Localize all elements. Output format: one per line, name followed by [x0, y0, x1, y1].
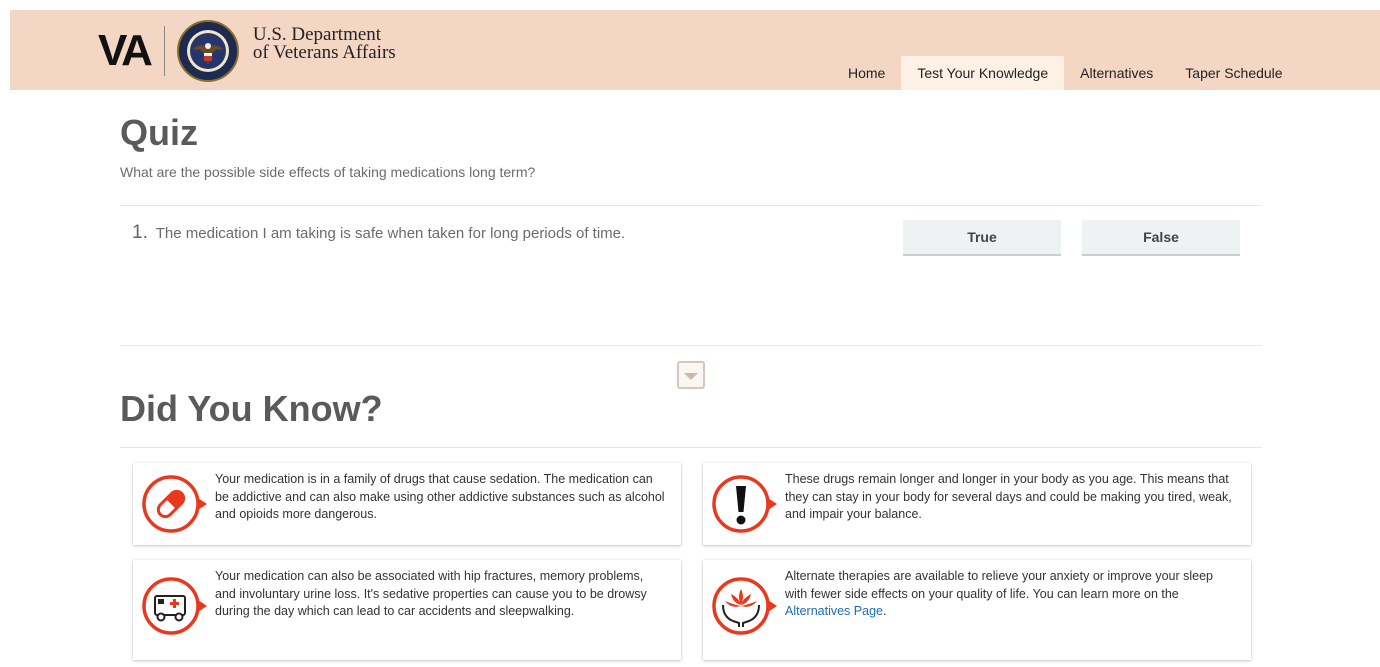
info-card: Your medication is in a family of drugs … [133, 463, 681, 545]
info-card-text: Your medication is in a family of drugs … [215, 472, 665, 521]
info-card: Alternate therapies are available to rel… [703, 560, 1251, 660]
did-you-know-title: Did You Know? [120, 388, 383, 429]
true-button[interactable]: True [903, 220, 1061, 256]
false-button[interactable]: False [1082, 220, 1240, 256]
department-line-2: of Veterans Affairs [252, 42, 396, 63]
logo-divider [163, 26, 165, 76]
info-card-text: Alternate therapies are available to rel… [785, 568, 1237, 621]
info-card: Your medication can also be associated w… [133, 560, 681, 660]
info-card-text: These drugs remain longer and longer in … [785, 472, 1232, 521]
divider [120, 205, 1262, 206]
alternatives-page-link[interactable]: Alternatives Page [785, 604, 883, 618]
info-card: These drugs remain longer and longer in … [703, 463, 1251, 545]
pill-icon [142, 475, 207, 533]
exclamation-icon [712, 475, 777, 533]
scroll-down-button[interactable] [677, 361, 705, 389]
nav-alternatives[interactable]: Alternatives [1064, 56, 1169, 90]
lotus-hands-icon [712, 577, 777, 635]
info-card-text: Your medication can also be associated w… [215, 569, 647, 618]
va-seal-icon [176, 20, 239, 82]
info-card-text-start: Alternate therapies are available to rel… [785, 569, 1214, 601]
department-name: U.S. Department of Veterans Affairs [252, 25, 396, 63]
question-text: The medication I am taking is safe when … [155, 225, 626, 242]
nav-taper-schedule[interactable]: Taper Schedule [1169, 56, 1298, 90]
va-logo-mark: VA [98, 26, 153, 75]
question-number: 1. [132, 222, 148, 243]
nav-test-your-knowledge[interactable]: Test Your Knowledge [901, 56, 1065, 90]
quiz-title: Quiz [120, 112, 198, 153]
divider [120, 447, 1262, 448]
quiz-subtitle: What are the possible side effects of ta… [120, 164, 536, 180]
nav-home[interactable]: Home [832, 56, 901, 90]
main-nav: Home Test Your Knowledge Alternatives Ta… [832, 56, 1299, 90]
quiz-question: 1. The medication I am taking is safe wh… [132, 222, 625, 244]
info-card-text-end: . [882, 604, 887, 618]
va-logo[interactable]: VA U.S. Department of Veterans Affairs [98, 16, 396, 86]
ambulance-icon [142, 577, 207, 635]
site-header: VA U.S. Department of Veterans Affairs H… [10, 10, 1380, 90]
divider [120, 345, 1262, 346]
